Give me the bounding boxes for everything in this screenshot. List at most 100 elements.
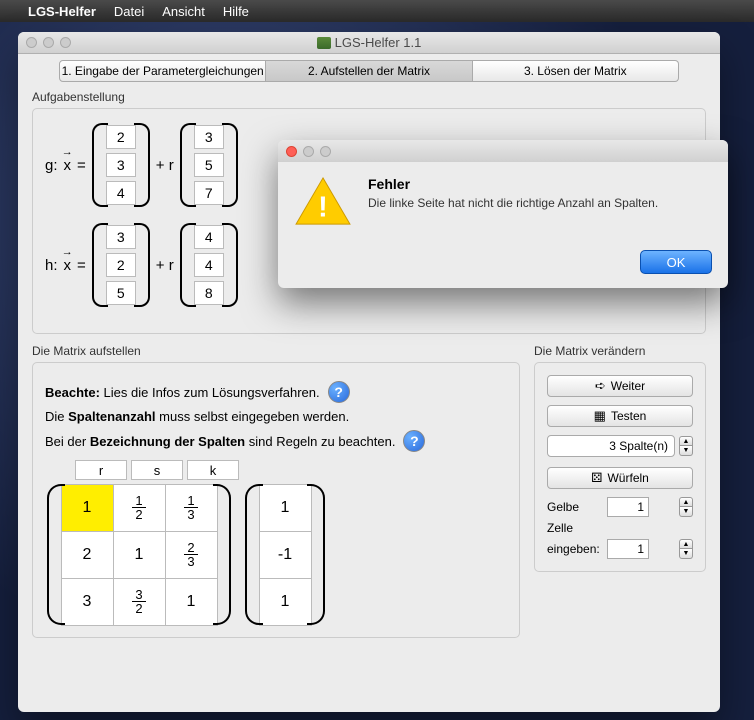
tabs: 1. Eingabe der Parametergleichungen 2. A… (59, 60, 679, 82)
matB-2[interactable]: 1 (259, 578, 312, 626)
zoom-icon[interactable] (60, 37, 71, 48)
h-vector-1: 3 2 5 (90, 221, 152, 309)
matrix-a: 1121321233321 (45, 484, 233, 625)
g-vector-1: 2 3 4 (90, 121, 152, 209)
arrow-right-icon: ➪ (595, 378, 606, 394)
g-vector-2: 3 5 7 (178, 121, 240, 209)
dialog-title: Fehler (368, 176, 658, 192)
g1-up[interactable]: ▲ (679, 497, 693, 507)
help-button-1[interactable]: ? (328, 381, 350, 403)
dialog-min-icon (303, 146, 314, 157)
matA-2-0[interactable]: 3 (61, 578, 114, 626)
dialog-zoom-icon (320, 146, 331, 157)
dialog-close-icon[interactable] (286, 146, 297, 157)
g1-down[interactable]: ▼ (679, 507, 693, 517)
gelbe-field-1[interactable] (607, 497, 649, 517)
window-title-text: LGS-Helfer 1.1 (335, 35, 422, 50)
testen-button[interactable]: ▦Testen (547, 405, 693, 427)
h-v2-1[interactable]: 4 (194, 253, 224, 277)
g-prefix: g: (45, 157, 58, 174)
gelbe-field-2[interactable] (607, 539, 649, 559)
tab-2[interactable]: 2. Aufstellen der Matrix (266, 60, 472, 82)
menu-hilfe[interactable]: Hilfe (223, 4, 249, 19)
close-icon[interactable] (26, 37, 37, 48)
weiter-label: Weiter (611, 379, 645, 393)
spalten-field[interactable]: 3 Spalte(n) (547, 435, 675, 457)
tab-1[interactable]: 1. Eingabe der Parametergleichungen (59, 60, 266, 82)
l3b: Bezeichnung der Spalten (90, 434, 245, 449)
matA-1-2[interactable]: 23 (165, 531, 218, 579)
matA-1-1[interactable]: 1 (113, 531, 166, 579)
spalten-stepper[interactable]: ▲▼ (679, 436, 693, 456)
g-v1-2[interactable]: 4 (106, 181, 136, 205)
h-plus: + r (156, 257, 174, 274)
h-vector-2: 4 4 8 (178, 221, 240, 309)
menu-appname[interactable]: LGS-Helfer (28, 4, 96, 19)
stepper-down[interactable]: ▼ (679, 446, 693, 456)
gelbe-l2: Zelle (547, 521, 603, 535)
wuerfeln-button[interactable]: ⚄Würfeln (547, 467, 693, 489)
h-v1-0[interactable]: 3 (106, 225, 136, 249)
matA-2-2[interactable]: 1 (165, 578, 218, 626)
h-eq: = (77, 257, 86, 274)
traffic-lights[interactable] (18, 37, 71, 48)
stepper-up[interactable]: ▲ (679, 436, 693, 446)
gelbe-stepper-2[interactable]: ▲▼ (679, 539, 693, 559)
section3-label: Die Matrix verändern (534, 344, 706, 358)
matrix-b: 1-11 (243, 484, 327, 625)
ok-button[interactable]: OK (640, 250, 712, 274)
matB-1[interactable]: -1 (259, 531, 312, 579)
test-icon: ▦ (594, 408, 606, 424)
matA-0-0[interactable]: 1 (61, 484, 114, 532)
section-matrix-aufstellen: Beachte: Lies die Infos zum Lösungsverfa… (32, 362, 520, 638)
tab-3[interactable]: 3. Lösen der Matrix (473, 60, 679, 82)
menu-datei[interactable]: Datei (114, 4, 144, 19)
l3c: sind Regeln zu beachten. (245, 434, 395, 449)
error-dialog: ! Fehler Die linke Seite hat nicht die r… (278, 140, 728, 288)
svg-text:!: ! (318, 191, 328, 223)
matA-0-1[interactable]: 12 (113, 484, 166, 532)
gelbe-stepper-1[interactable]: ▲▼ (679, 497, 693, 517)
menubar: LGS-Helfer Datei Ansicht Hilfe (0, 0, 754, 22)
beachte-label: Beachte: (45, 385, 100, 400)
colh-s[interactable]: s (131, 460, 183, 480)
matA-1-0[interactable]: 2 (61, 531, 114, 579)
section-matrix-veraendern: ➪Weiter ▦Testen 3 Spalte(n) ▲▼ ⚄Würfeln … (534, 362, 706, 572)
l3a: Bei der (45, 434, 90, 449)
gelbe-l1: Gelbe (547, 500, 603, 514)
g2-down[interactable]: ▼ (679, 549, 693, 559)
g-plus: + r (156, 157, 174, 174)
colh-k[interactable]: k (187, 460, 239, 480)
minimize-icon[interactable] (43, 37, 54, 48)
section2-label: Die Matrix aufstellen (32, 344, 520, 358)
l2b: Spaltenanzahl (68, 409, 155, 424)
weiter-button[interactable]: ➪ Weiter (547, 375, 693, 397)
h-v1-2[interactable]: 5 (106, 281, 136, 305)
g-v1-0[interactable]: 2 (106, 125, 136, 149)
g-v2-2[interactable]: 7 (194, 181, 224, 205)
h-vec-x: x (62, 257, 74, 274)
g2-up[interactable]: ▲ (679, 539, 693, 549)
wuerfeln-label: Würfeln (607, 471, 648, 485)
section1-label: Aufgabenstellung (32, 90, 706, 104)
titlebar: LGS-Helfer 1.1 (18, 32, 720, 54)
g-eq: = (77, 157, 86, 174)
colh-r[interactable]: r (75, 460, 127, 480)
g-vec-x: x (62, 157, 74, 174)
l2c: muss selbst eingegeben werden. (156, 409, 350, 424)
menu-ansicht[interactable]: Ansicht (162, 4, 205, 19)
h-v2-2[interactable]: 8 (194, 281, 224, 305)
help-button-2[interactable]: ? (403, 430, 425, 452)
h-v1-1[interactable]: 2 (106, 253, 136, 277)
gelbe-l3: eingeben: (547, 542, 603, 556)
matB-0[interactable]: 1 (259, 484, 312, 532)
g-v2-1[interactable]: 5 (194, 153, 224, 177)
matA-2-1[interactable]: 32 (113, 578, 166, 626)
h-v2-0[interactable]: 4 (194, 225, 224, 249)
dialog-message: Die linke Seite hat nicht die richtige A… (368, 196, 658, 210)
app-icon (317, 37, 331, 49)
matA-0-2[interactable]: 13 (165, 484, 218, 532)
l2a: Die (45, 409, 68, 424)
g-v2-0[interactable]: 3 (194, 125, 224, 149)
g-v1-1[interactable]: 3 (106, 153, 136, 177)
